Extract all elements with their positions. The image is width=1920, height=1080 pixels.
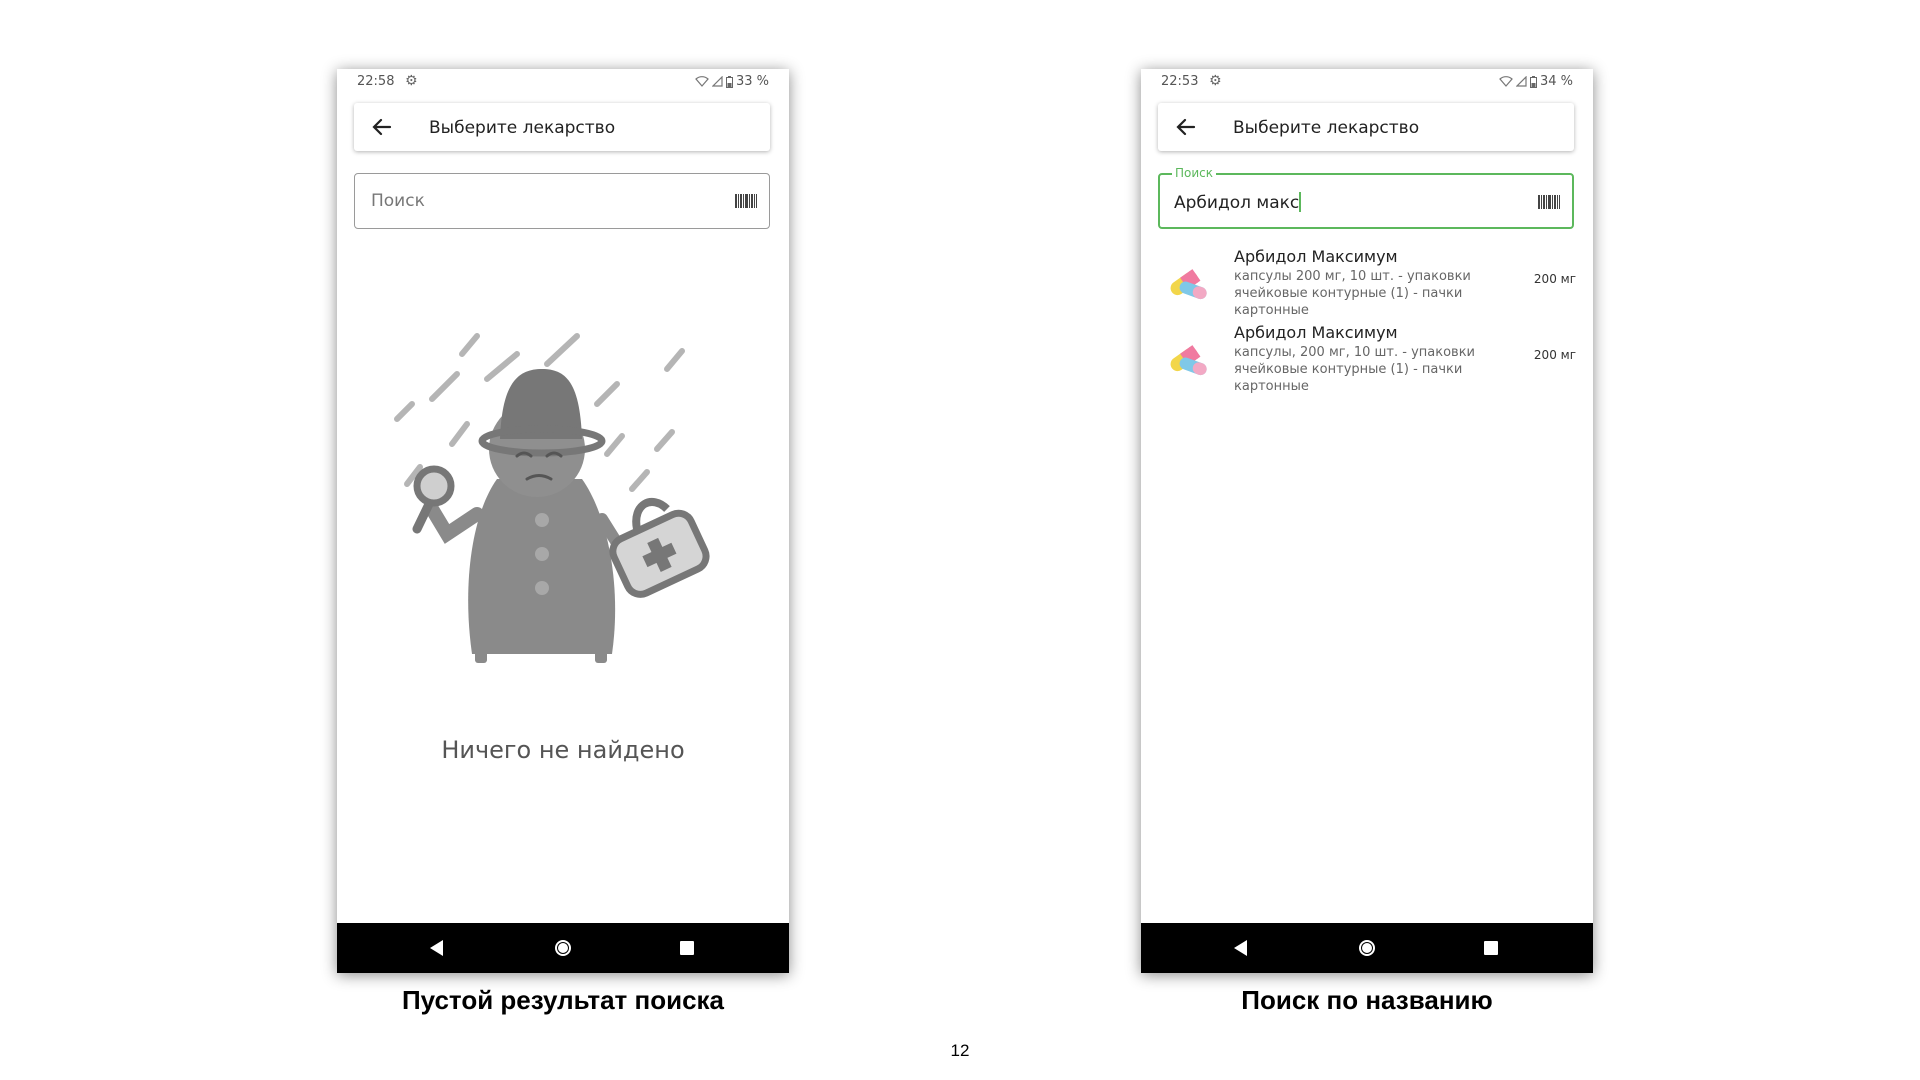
search-results-list: Арбидол Максимум капсулы 200 мг, 10 шт. … <box>1141 245 1593 397</box>
nav-home-icon <box>1359 940 1375 956</box>
nav-back-icon <box>430 940 443 956</box>
barcode-icon[interactable] <box>1538 195 1560 209</box>
gear-icon: ⚙ <box>1209 73 1222 89</box>
system-nav-bar <box>337 923 789 973</box>
app-bar: Выберите лекарство <box>1158 103 1574 151</box>
search-input[interactable]: Поиск <box>354 173 770 229</box>
battery-icon <box>725 75 733 88</box>
status-bar: 22:58 ⚙ 33 % <box>337 69 789 93</box>
search-placeholder: Поиск <box>371 191 425 211</box>
result-name: Арбидол Максимум <box>1234 247 1398 266</box>
result-description: капсулы 200 мг, 10 шт. - упаковки ячейко… <box>1234 269 1471 318</box>
search-label: Поиск <box>1172 166 1217 180</box>
page-number: 12 <box>950 1041 970 1060</box>
list-item[interactable]: Арбидол Максимум капсулы 200 мг, 10 шт. … <box>1141 245 1593 321</box>
battery-percent: 33 % <box>735 74 769 89</box>
caption-empty-result: Пустой результат поиска <box>401 985 725 1015</box>
text-caret <box>1299 192 1301 212</box>
nav-back-icon <box>1234 940 1247 956</box>
nav-recent-icon <box>1484 941 1498 955</box>
nav-recent-button[interactable] <box>1461 923 1521 973</box>
sad-detective-illustration <box>394 333 710 663</box>
caption-search-by-name: Поиск по названию <box>1241 985 1493 1015</box>
status-bar: 22:53 ⚙ 34 % <box>1141 69 1593 93</box>
nav-back-button[interactable] <box>407 923 467 973</box>
battery-percent: 34 % <box>1539 74 1573 89</box>
result-dose: 200 мг <box>1533 272 1576 286</box>
signal-icon <box>711 76 723 87</box>
result-dose: 200 мг <box>1533 348 1576 362</box>
page-title: Выберите лекарство <box>429 118 616 138</box>
app-bar: Выберите лекарство <box>354 103 770 151</box>
nav-home-icon <box>555 940 571 956</box>
status-time: 22:53 <box>1161 74 1199 89</box>
nav-recent-button[interactable] <box>657 923 717 973</box>
nav-home-button[interactable] <box>1337 923 1397 973</box>
nav-back-button[interactable] <box>1211 923 1271 973</box>
system-nav-bar <box>1141 923 1593 973</box>
empty-result-message: Ничего не найдено <box>441 736 685 764</box>
search-input[interactable]: Поиск Арбидол макс <box>1158 166 1574 229</box>
barcode-icon[interactable] <box>735 194 757 208</box>
search-value: Арбидол макс <box>1174 192 1301 213</box>
battery-icon <box>1529 75 1537 88</box>
gear-icon: ⚙ <box>405 73 418 89</box>
wifi-icon <box>1499 76 1513 87</box>
signal-icon <box>1515 76 1527 87</box>
list-item[interactable]: Арбидол Максимум капсулы, 200 мг, 10 шт.… <box>1141 321 1593 397</box>
result-name: Арбидол Максимум <box>1234 323 1398 342</box>
nav-home-button[interactable] <box>533 923 593 973</box>
status-indicators: 34 % <box>1499 74 1573 89</box>
wifi-icon <box>695 76 709 87</box>
back-arrow-icon[interactable] <box>370 115 394 139</box>
back-arrow-icon[interactable] <box>1174 115 1198 139</box>
status-indicators: 33 % <box>695 74 769 89</box>
nav-recent-icon <box>680 941 694 955</box>
search-query-text: Арбидол макс <box>1174 193 1300 213</box>
pill-icon <box>1170 345 1207 376</box>
status-time: 22:58 <box>357 74 395 89</box>
page-title: Выберите лекарство <box>1233 118 1420 138</box>
result-description: капсулы, 200 мг, 10 шт. - упаковки ячейк… <box>1234 345 1476 394</box>
phone-screen-empty-result: 22:58 ⚙ 33 % Выберите лекарство Поиск Ни… <box>337 69 789 973</box>
pill-icon <box>1170 269 1207 300</box>
phone-screen-search-by-name: 22:53 ⚙ 34 % Выберите лекарство Поиск Ар… <box>1141 69 1593 973</box>
